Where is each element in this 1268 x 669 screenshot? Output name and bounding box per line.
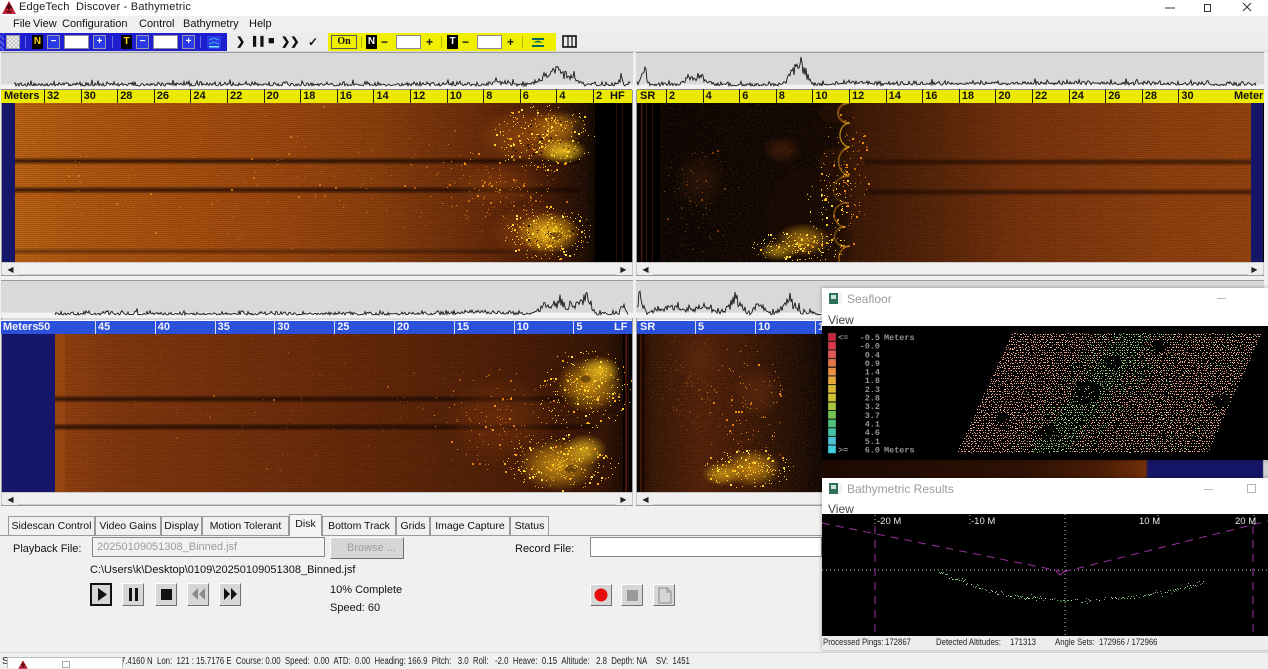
svg-text:Meters: Meters [884, 333, 915, 343]
svg-text:<=: <= [838, 333, 848, 343]
svg-text:10 M: 10 M [1139, 516, 1160, 527]
svg-text:-20 M: -20 M [877, 516, 901, 527]
svg-text:-10 M: -10 M [971, 516, 995, 527]
svg-text:6.0: 6.0 [865, 445, 880, 455]
svg-text:Meters: Meters [884, 445, 915, 455]
svg-text:20 M: 20 M [1235, 516, 1256, 527]
svg-text:>=: >= [838, 445, 848, 455]
